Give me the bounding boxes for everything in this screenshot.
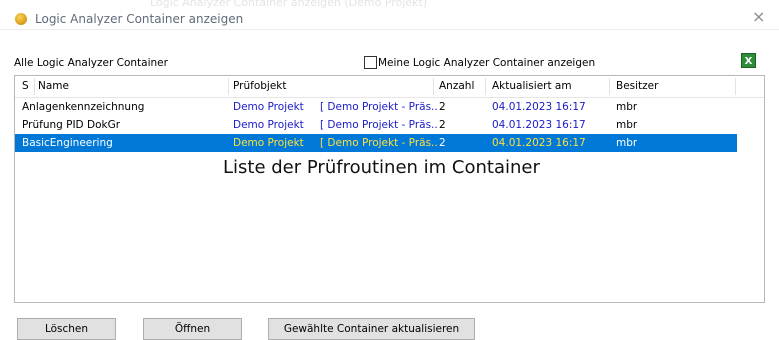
list-header: S Name Prüfobjekt Anzahl Aktualisiert am… bbox=[15, 76, 764, 98]
window-title: Logic Analyzer Container anzeigen bbox=[35, 12, 244, 26]
app-icon bbox=[15, 13, 27, 25]
row-count: 2 bbox=[439, 119, 446, 131]
row-count: 2 bbox=[439, 137, 446, 149]
column-divider[interactable] bbox=[433, 78, 434, 95]
column-divider[interactable] bbox=[485, 78, 486, 95]
row-name: BasicEngineering bbox=[22, 137, 113, 149]
row-updated: 04.01.2023 16:17 bbox=[492, 137, 586, 149]
column-header-test-object[interactable]: Prüfobjekt bbox=[233, 80, 286, 92]
row-updated: 04.01.2023 16:17 bbox=[492, 119, 586, 131]
column-divider[interactable] bbox=[735, 78, 736, 95]
row-test-object: Demo Projekt bbox=[233, 137, 304, 149]
update-containers-button[interactable]: Gewählte Container aktualisieren bbox=[268, 318, 475, 340]
table-row[interactable]: Anlagenkennzeichnung Demo Projekt [ Demo… bbox=[15, 98, 737, 116]
my-containers-checkbox[interactable] bbox=[364, 56, 377, 69]
column-divider[interactable] bbox=[228, 78, 229, 95]
group-label: Alle Logic Analyzer Container bbox=[14, 57, 168, 69]
column-divider[interactable] bbox=[609, 78, 610, 95]
table-row-selected[interactable]: BasicEngineering Demo Projekt [ Demo Pro… bbox=[15, 134, 737, 152]
delete-button[interactable]: Löschen bbox=[17, 318, 116, 340]
column-header-updated[interactable]: Aktualisiert am bbox=[492, 80, 572, 92]
close-icon[interactable]: × bbox=[752, 9, 765, 25]
row-owner: mbr bbox=[616, 101, 638, 113]
background-window-title: Logic Analyzer Container anzeigen (Demo … bbox=[150, 0, 428, 9]
my-containers-checkbox-label[interactable]: Meine Logic Analyzer Container anzeigen bbox=[378, 57, 595, 69]
row-test-object-context: [ Demo Projekt - Präs.. bbox=[320, 137, 438, 149]
open-button[interactable]: Öffnen bbox=[143, 318, 242, 340]
row-name: Prüfung PID DokGr bbox=[22, 119, 121, 131]
row-owner: mbr bbox=[616, 137, 638, 149]
annotation-caption: Liste der Prüfroutinen im Container bbox=[223, 157, 540, 178]
excel-export-icon[interactable]: X bbox=[741, 53, 756, 68]
row-test-object: Demo Projekt bbox=[233, 119, 304, 131]
column-header-name[interactable]: Name bbox=[38, 80, 69, 92]
column-divider[interactable] bbox=[34, 78, 35, 95]
title-bar: Logic Analyzer Container anzeigen (Demo … bbox=[0, 0, 779, 40]
row-owner: mbr bbox=[616, 119, 638, 131]
column-header-status[interactable]: S bbox=[22, 80, 29, 92]
title-divider bbox=[0, 29, 779, 30]
row-test-object-context: [ Demo Projekt - Präs.. bbox=[320, 119, 438, 131]
table-row[interactable]: Prüfung PID DokGr Demo Projekt [ Demo Pr… bbox=[15, 116, 737, 134]
column-header-count[interactable]: Anzahl bbox=[439, 80, 474, 92]
column-header-owner[interactable]: Besitzer bbox=[616, 80, 658, 92]
row-test-object: Demo Projekt bbox=[233, 101, 304, 113]
container-list[interactable]: S Name Prüfobjekt Anzahl Aktualisiert am… bbox=[14, 75, 765, 303]
row-count: 2 bbox=[439, 101, 446, 113]
row-test-object-context: [ Demo Projekt - Präs.. bbox=[320, 101, 438, 113]
row-updated: 04.01.2023 16:17 bbox=[492, 101, 586, 113]
row-name: Anlagenkennzeichnung bbox=[22, 101, 145, 113]
